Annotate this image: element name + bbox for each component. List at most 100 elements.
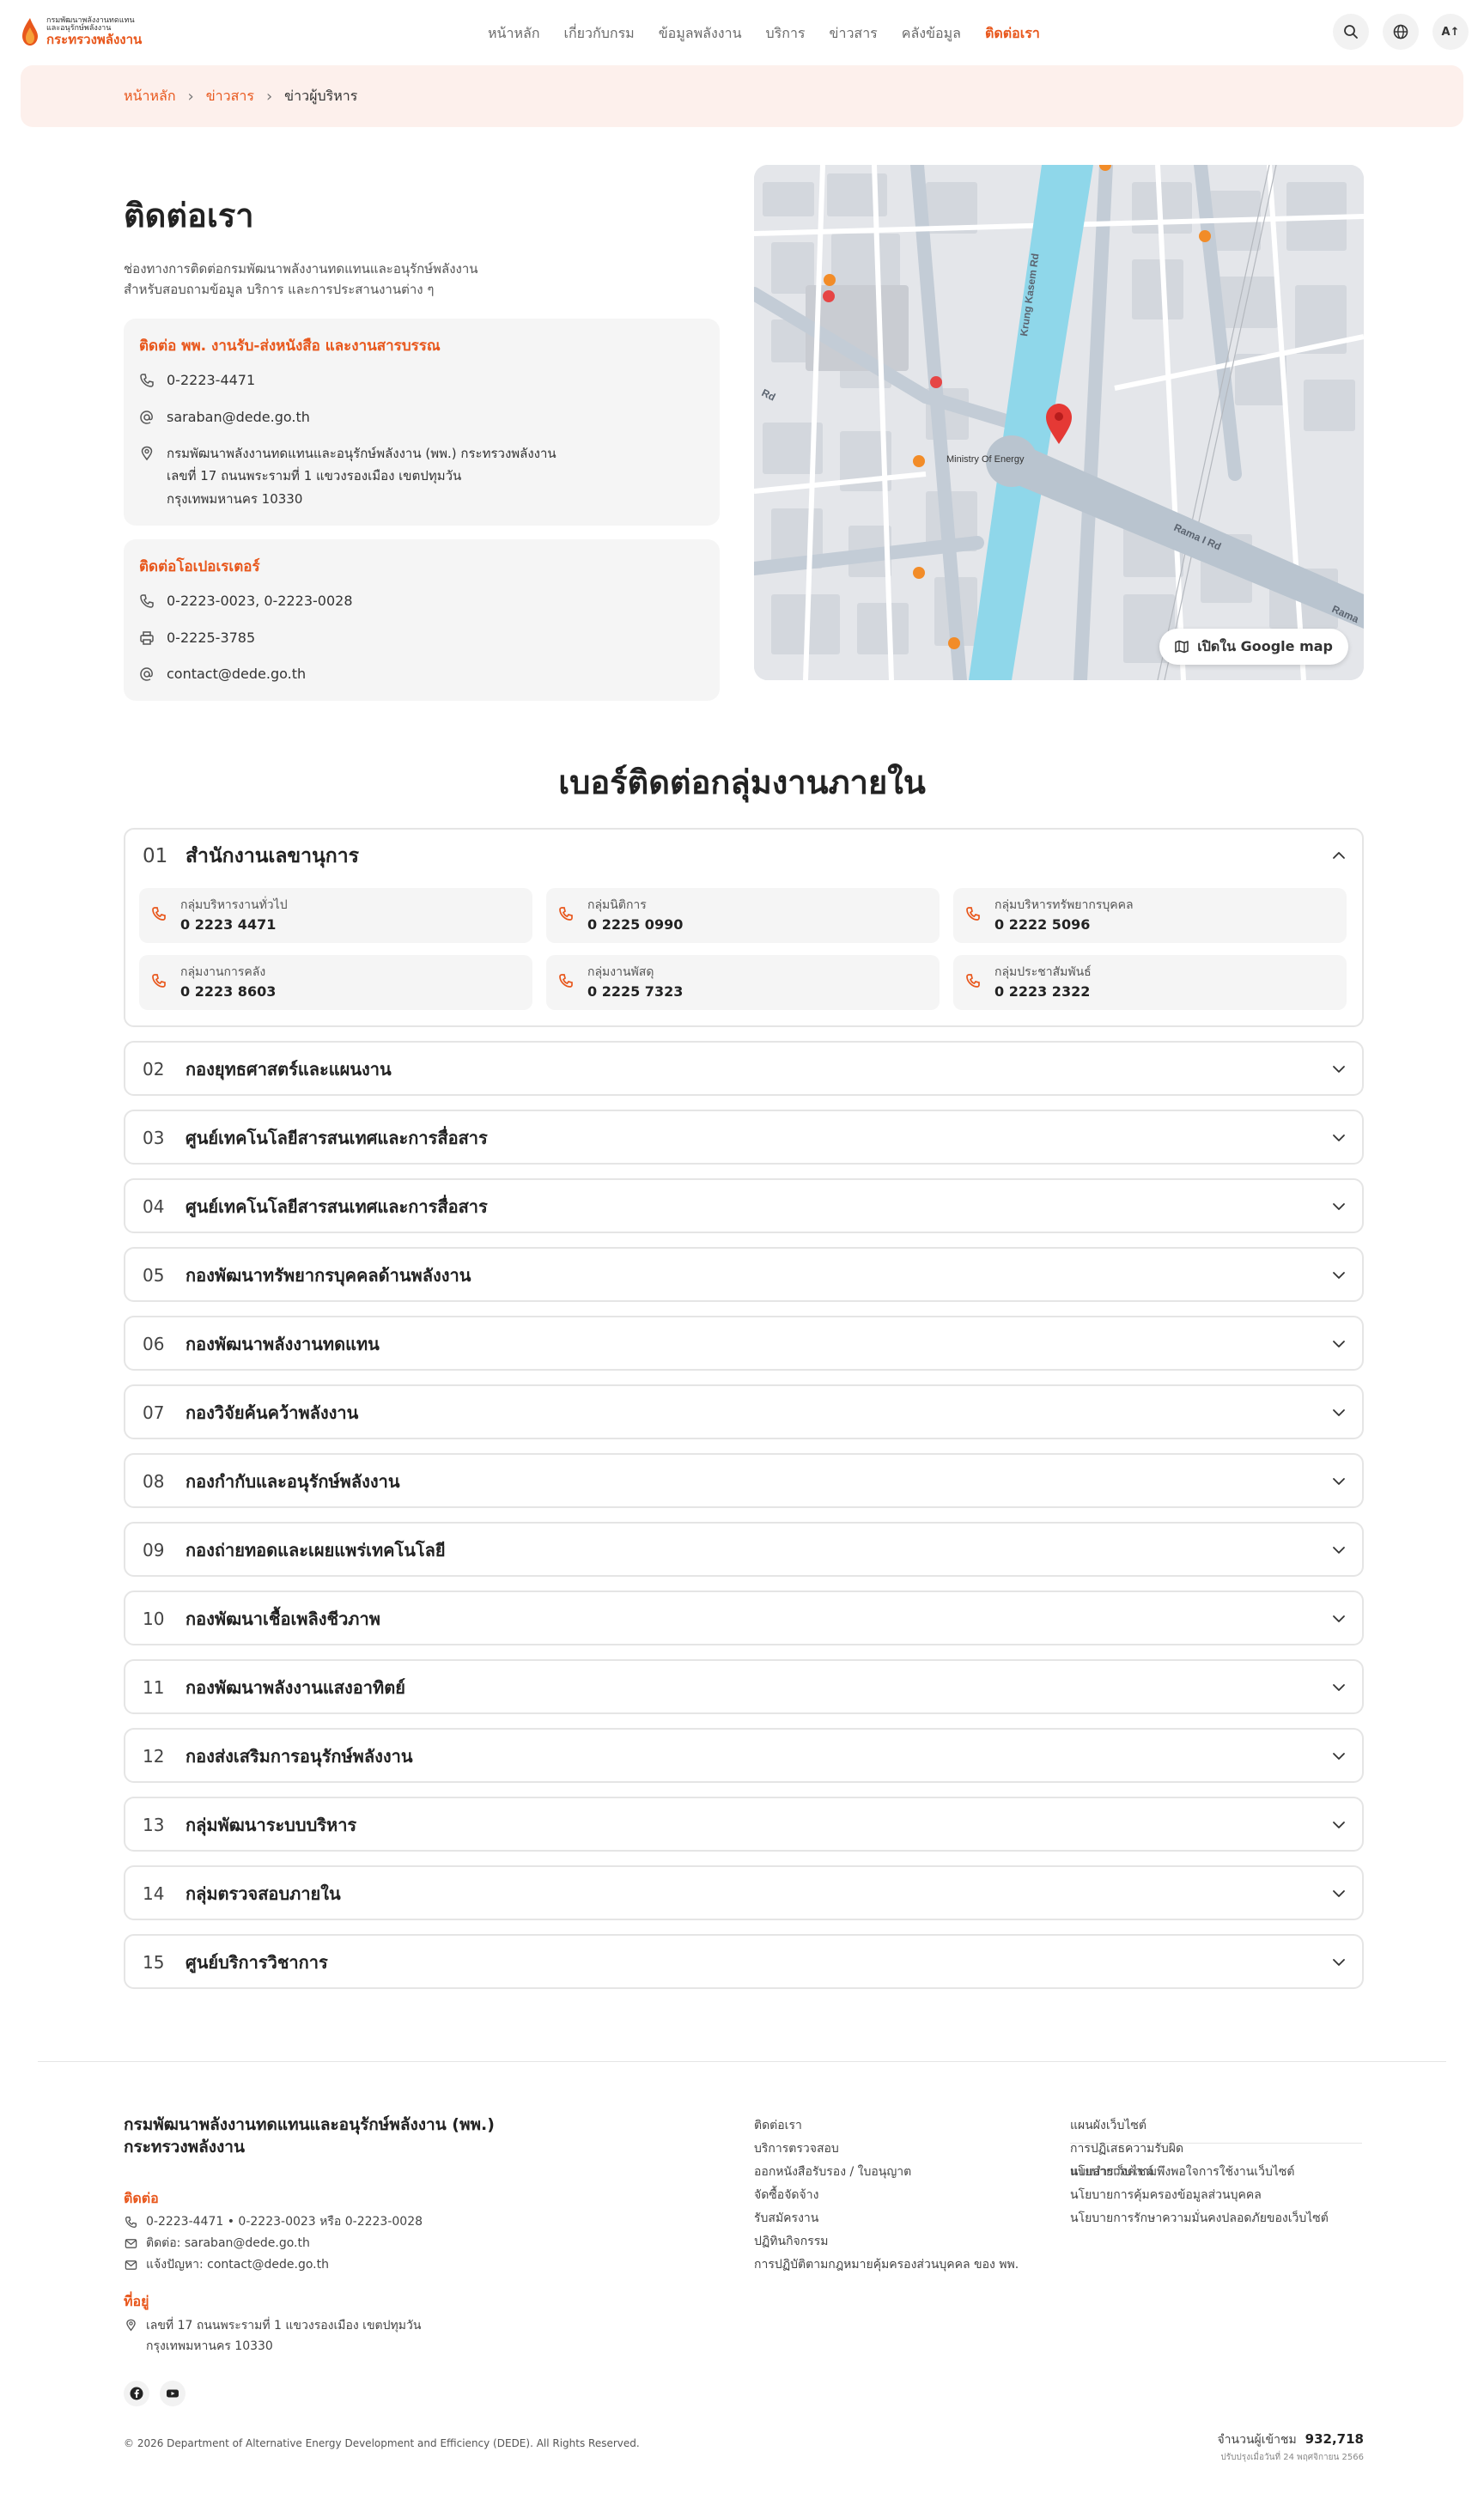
department-item: 06 กองพัฒนาพลังงานทดแทน	[124, 1316, 1364, 1371]
operator-email-row[interactable]: contact@dede.go.th	[139, 663, 704, 685]
youtube-button[interactable]	[160, 2381, 186, 2406]
search-button[interactable]	[1333, 14, 1369, 50]
operator-phone-row[interactable]: 0-2223-0023, 0-2223-0028	[139, 590, 704, 612]
footer-link[interactable]: นโยบายการคุ้มครองข้อมูลส่วนบุคคล	[1070, 2186, 1362, 2209]
department-number: 07	[143, 1402, 165, 1423]
department-header[interactable]: 11 กองพัฒนาพลังงานแสงอาทิตย์	[125, 1661, 1362, 1714]
contact-label: กลุ่มบริหารงานทั่วไป	[180, 898, 288, 913]
footer-link[interactable]: รับสมัครงาน	[754, 2209, 1019, 2232]
footer-location-heading: ที่อยู่	[124, 2293, 149, 2309]
location-map[interactable]: Krung Kasem Rd Rama I Rd Rama Rd Ministr…	[754, 165, 1364, 680]
visitor-counter: จำนวนผู้เข้าชม 932,718 ปรับปรุงเมื่อวันที…	[1217, 2430, 1364, 2464]
department-name: ศูนย์เทคโนโลยีสารสนเทศและการสื่อสาร	[186, 1196, 488, 1217]
footer-link[interactable]: บริการตรวจสอบ	[754, 2139, 1019, 2162]
contact-phone: 0 2225 7323	[587, 982, 684, 1000]
chevron-down-icon[interactable]	[1331, 1749, 1347, 1764]
department-name: กองวิจัยค้นคว้าพลังงาน	[186, 1402, 359, 1423]
footer-address-line1: เลขที่ 17 ถนนพระรามที่ 1 แขวงรองเมือง เข…	[146, 2319, 422, 2333]
language-button[interactable]	[1383, 14, 1419, 50]
chevron-down-icon[interactable]	[1331, 1474, 1347, 1489]
footer-link[interactable]: จัดซื้อจัดจ้าง	[754, 2186, 1019, 2209]
footer-link[interactable]: แผนผังเว็บไซต์	[1070, 2116, 1362, 2139]
chevron-down-icon[interactable]	[1331, 1268, 1347, 1283]
facebook-icon	[130, 2387, 143, 2400]
department-number: 03	[143, 1128, 165, 1148]
department-name: สำนักงานเลขานุการ	[186, 845, 359, 867]
footer-link[interactable]: ปฏิทินกิจกรรม	[754, 2232, 1019, 2255]
department-number: 10	[143, 1609, 165, 1629]
department-header[interactable]: 03 ศูนย์เทคโนโลยีสารสนเทศและการสื่อสาร	[125, 1111, 1362, 1165]
nav-about[interactable]: เกี่ยวกับกรม	[564, 23, 635, 45]
chevron-down-icon[interactable]	[1331, 1955, 1347, 1970]
department-header[interactable]: 05 กองพัฒนาทรัพยากรบุคคลด้านพลังงาน	[125, 1249, 1362, 1302]
department-header[interactable]: 15 ศูนย์บริการวิชาการ	[125, 1936, 1362, 1989]
department-header[interactable]: 06 กองพัฒนาพลังงานทดแทน	[125, 1317, 1362, 1371]
nav-services[interactable]: บริการ	[766, 23, 806, 45]
breadcrumb-news[interactable]: ข่าวสาร	[206, 86, 254, 107]
header-actions: A↑	[1333, 14, 1469, 50]
operator-phone: 0-2223-0023, 0-2223-0028	[167, 592, 353, 609]
department-header[interactable]: 07 กองวิจัยค้นคว้าพลังงาน	[125, 1386, 1362, 1439]
contact-card[interactable]: กลุ่มบริหารทรัพยากรบุคคล 0 2222 5096	[953, 888, 1347, 943]
department-contacts: กลุ่มบริหารงานทั่วไป 0 2223 4471 กลุ่มนิติ…	[139, 888, 1348, 1010]
department-header[interactable]: 10 กองพัฒนาเชื้อเพลิงชีวภาพ	[125, 1592, 1362, 1645]
chevron-up-icon[interactable]	[1331, 849, 1347, 864]
department-header[interactable]: 09 กองถ่ายทอดและเผยแพร่เทคโนโลยี	[125, 1524, 1362, 1577]
chevron-down-icon[interactable]	[1331, 1130, 1347, 1146]
site-logo[interactable]: กรมพัฒนาพลังงานทดแทน และอนุรักษ์พลังงาน …	[21, 16, 143, 47]
contact-info: ติดต่อเรา ช่องทางการติดต่อกรมพัฒนาพลังงา…	[124, 165, 720, 701]
facebook-button[interactable]	[124, 2381, 149, 2406]
nav-contact[interactable]: ติดต่อเรา	[985, 23, 1040, 45]
open-google-map-button[interactable]: เปิดใน Google map	[1159, 629, 1348, 665]
department-header[interactable]: 12 กองส่งเสริมการอนุรักษ์พลังงาน	[125, 1730, 1362, 1783]
department-header[interactable]: 01 สำนักงานเลขานุการ	[125, 830, 1362, 883]
nav-data-library[interactable]: คลังข้อมูล	[902, 23, 961, 45]
department-header[interactable]: 13 กลุ่มพัฒนาระบบบริหาร	[125, 1798, 1362, 1852]
contact-card[interactable]: กลุ่มงานการคลัง 0 2223 8603	[139, 955, 532, 1010]
nav-news[interactable]: ข่าวสาร	[830, 23, 878, 45]
chevron-down-icon[interactable]	[1331, 1611, 1347, 1627]
chevron-down-icon[interactable]	[1331, 1199, 1347, 1214]
font-size-button[interactable]: A↑	[1432, 14, 1469, 50]
copyright: © 2026 Department of Alternative Energy …	[124, 2437, 640, 2449]
nav-energy-data[interactable]: ข้อมูลพลังงาน	[659, 23, 742, 45]
contact-card[interactable]: กลุ่มงานพัสดุ 0 2225 7323	[546, 955, 940, 1010]
footer-email-contact-row[interactable]: แจ้งปัญหา: contact@dede.go.th	[124, 2255, 329, 2274]
chevron-down-icon[interactable]	[1331, 1886, 1347, 1901]
footer-email-contact: แจ้งปัญหา: contact@dede.go.th	[146, 2258, 329, 2272]
chevron-right-icon: ›	[187, 87, 194, 106]
footer-link[interactable]: ออกหนังสือรับรอง / ใบอนุญาต	[754, 2162, 1019, 2186]
footer-link[interactable]: นโยบายการรักษาความมั่นคงปลอดภัยของเว็บไซ…	[1070, 2209, 1362, 2232]
contact-card[interactable]: กลุ่มนิติการ 0 2225 0990	[546, 888, 940, 943]
department-item: 10 กองพัฒนาเชื้อเพลิงชีวภาพ	[124, 1591, 1364, 1645]
chevron-down-icon[interactable]	[1331, 1336, 1347, 1352]
contact-card[interactable]: กลุ่มบริหารงานทั่วไป 0 2223 4471	[139, 888, 532, 943]
department-header[interactable]: 04 ศูนย์เทคโนโลยีสารสนเทศและการสื่อสาร	[125, 1180, 1362, 1233]
department-header[interactable]: 08 กองกำกับและอนุรักษ์พลังงาน	[125, 1455, 1362, 1508]
site-header: กรมพัฒนาพลังงานทดแทน และอนุรักษ์พลังงาน …	[0, 0, 1484, 65]
nav-home[interactable]: หน้าหลัก	[488, 23, 540, 45]
chevron-down-icon[interactable]	[1331, 1405, 1347, 1420]
logo-text-line3: กระทรวงพลังงาน	[46, 31, 143, 47]
footer-link[interactable]: ติดต่อเรา	[754, 2116, 1019, 2139]
department-name: กองพัฒนาพลังงานแสงอาทิตย์	[186, 1677, 405, 1698]
font-size-icon: A↑	[1441, 25, 1460, 39]
footer-email-saraban-row[interactable]: ติดต่อ: saraban@dede.go.th	[124, 2234, 310, 2253]
breadcrumb-current: ข่าวผู้บริหาร	[284, 87, 358, 104]
chevron-down-icon[interactable]	[1331, 1680, 1347, 1695]
saraban-email-row[interactable]: saraban@dede.go.th	[139, 406, 704, 429]
chevron-down-icon[interactable]	[1331, 1817, 1347, 1833]
department-header[interactable]: 02 กองยุทธศาสตร์และแผนงาน	[125, 1043, 1362, 1096]
chevron-down-icon[interactable]	[1331, 1542, 1347, 1558]
saraban-card-title: ติดต่อ พพ. งานรับ-ส่งหนังสือ และงานสารบร…	[139, 338, 441, 355]
page-title: ติดต่อเรา	[124, 197, 254, 234]
department-item: 11 กองพัฒนาพลังงานแสงอาทิตย์	[124, 1659, 1364, 1714]
footer-link[interactable]: การปฏิบัติตามกฎหมายคุ้มครองส่วนบุคคล ของ…	[754, 2255, 1019, 2278]
breadcrumb-home[interactable]: หน้าหลัก	[124, 86, 176, 107]
contact-card[interactable]: กลุ่มประชาสัมพันธ์ 0 2223 2322	[953, 955, 1347, 1010]
department-item: 01 สำนักงานเลขานุการ กลุ่มบริหารงานทั่วไป 0…	[124, 828, 1364, 1027]
saraban-phone-row[interactable]: 0-2223-4471	[139, 369, 704, 392]
department-header[interactable]: 14 กลุ่มตรวจสอบภายใน	[125, 1867, 1362, 1920]
footer-phones-row[interactable]: 0-2223-4471 • 0-2223-0023 หรือ 0-2223-00…	[124, 2212, 423, 2231]
chevron-down-icon[interactable]	[1331, 1061, 1347, 1077]
